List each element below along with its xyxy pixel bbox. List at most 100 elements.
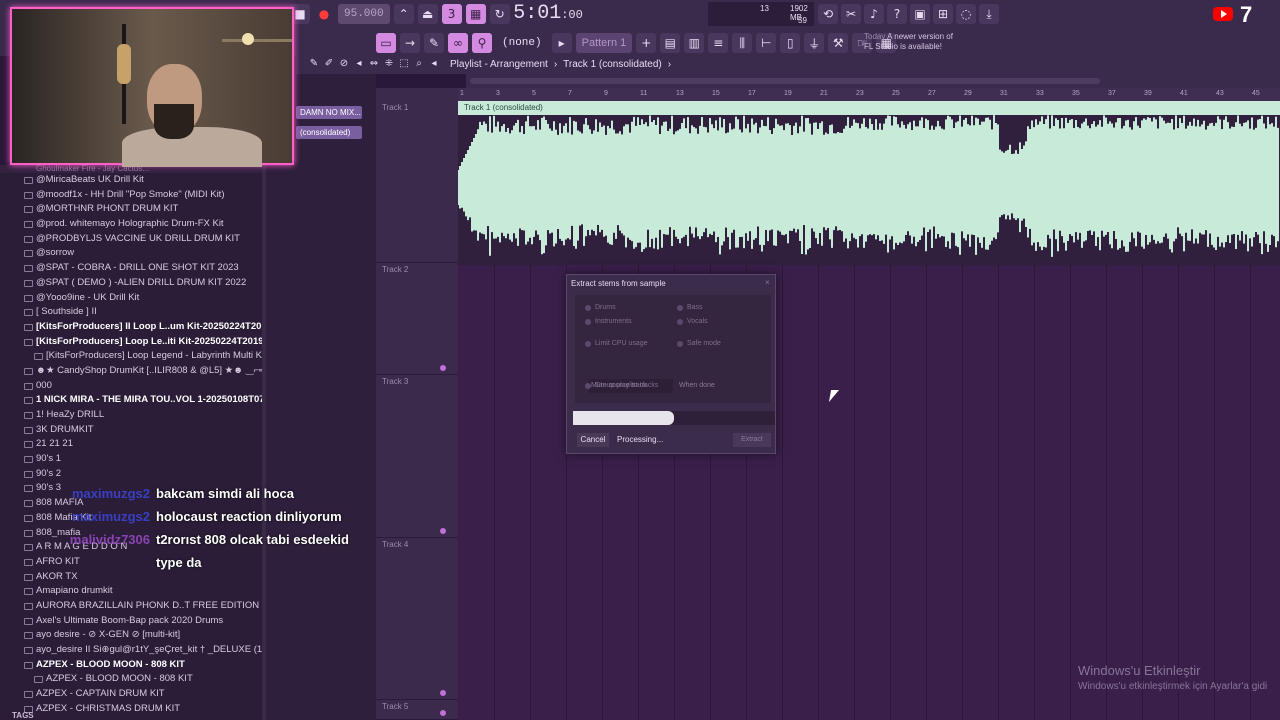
add-pattern-icon[interactable]: +	[636, 33, 657, 53]
step-edit-icon[interactable]: ▦	[465, 4, 486, 24]
plug-icon[interactable]: ⏚	[804, 33, 825, 53]
channel-rack-icon[interactable]: ▥	[684, 33, 705, 53]
opt-limit-cpu[interactable]: Limit CPU usage	[585, 339, 648, 349]
chat-icon[interactable]: ◌	[956, 4, 976, 24]
loop-record-icon[interactable]: ↻	[489, 4, 510, 24]
track-header[interactable]: Track 1	[376, 101, 458, 263]
browser-item[interactable]: [ Southside ] II	[0, 305, 266, 320]
delete-icon[interactable]: ⊘	[338, 57, 350, 71]
browser-item[interactable]: 21 21 21	[0, 437, 266, 452]
link-icon[interactable]: ∞	[448, 33, 468, 53]
browser-item[interactable]: AZPEX - CHRISTMAS DRUM KIT	[0, 702, 266, 717]
channel-button[interactable]: (consolidated)	[296, 126, 362, 139]
browser-item[interactable]: @sorrow	[0, 246, 266, 261]
download-icon[interactable]: ⤓	[979, 4, 999, 24]
browser-item[interactable]: @SPAT ( DEMO ) -ALIEN DRILL DRUM KIT 202…	[0, 276, 266, 291]
browser-item[interactable]: 1! HeaZy DRILL	[0, 408, 266, 423]
track-dot-icon[interactable]	[440, 365, 446, 371]
playlist-mode-icon[interactable]: ▭	[376, 33, 396, 53]
browser-item[interactable]: [KitsForProducers] II Loop L..um Kit-202…	[0, 320, 266, 335]
opt-safe-mode[interactable]: Safe mode	[677, 339, 721, 349]
tool-icon[interactable]: ⚒	[828, 33, 849, 53]
audio-clip-header[interactable]: Track 1 (consolidated)	[458, 101, 1280, 115]
select-icon[interactable]: ⬚	[398, 57, 410, 71]
browser-item[interactable]: ayo desire - ⊘ X-GEN ⊘ [multi-kit]	[0, 628, 266, 643]
mic-icon[interactable]: ♪	[864, 4, 884, 24]
browser-item[interactable]: [KitsForProducers] Loop Legend - Labyrin…	[0, 349, 266, 364]
record-button[interactable]: ●	[314, 4, 334, 24]
browser-item[interactable]: AZPEX - BLOOD MOON - 808 KIT	[0, 672, 266, 687]
paint-icon[interactable]: ✐	[323, 57, 335, 71]
browser-item[interactable]: Amapiano drumkit	[0, 584, 266, 599]
countdown-icon[interactable]: 3	[441, 4, 462, 24]
browser-item[interactable]: 000	[0, 379, 266, 394]
zoom-icon[interactable]: ⌕	[413, 57, 425, 71]
pencil-icon[interactable]: ✎	[424, 33, 444, 53]
extract-button[interactable]: Extract	[733, 433, 771, 447]
tempo-display[interactable]: 95.000	[338, 4, 390, 24]
pattern-select[interactable]: Pattern 1	[575, 33, 633, 53]
opt-instruments[interactable]: Instruments	[585, 317, 632, 327]
channel-button[interactable]: DAMN NO MIX...	[296, 106, 362, 119]
play-icon[interactable]: ◂	[428, 57, 440, 71]
play-pattern-icon[interactable]: ▸	[551, 33, 572, 53]
track-header[interactable]: Track 2	[376, 263, 458, 375]
help-icon[interactable]: ?	[887, 4, 907, 24]
arrow-right-icon[interactable]: →	[400, 33, 420, 53]
browser-item[interactable]: @MORTHNR PHONT DRUM KIT	[0, 202, 266, 217]
track-header[interactable]: Track 4	[376, 538, 458, 700]
track-dot-icon[interactable]	[440, 710, 446, 716]
mute-icon[interactable]: ◂	[353, 57, 365, 71]
browser-item[interactable]: AURORA BRAZILLAIN PHONK D..T FREE EDITIO…	[0, 599, 266, 614]
browser-item[interactable]: 1 NICK MIRA - THE MIRA TOU..VOL 1-202501…	[0, 393, 266, 408]
slice-icon[interactable]: ⁜	[383, 57, 395, 71]
browser-item[interactable]: @MiricaBeats UK Drill Kit	[0, 173, 266, 188]
browser-item[interactable]: AZPEX - CAPTAIN DRUM KIT	[0, 687, 266, 702]
snap-select[interactable]: (none)	[496, 33, 548, 53]
cancel-button[interactable]: Cancel	[577, 433, 609, 447]
opt-group-tracks[interactable]: Group playlist tracks	[585, 381, 658, 391]
mixer-open-icon[interactable]: ⫼	[732, 33, 753, 53]
browser-item[interactable]: ayo_desire II Si⊕gul@r1tY_şeÇret_kit † _…	[0, 643, 266, 658]
browser-scrollbar[interactable]	[262, 165, 266, 720]
file-icon[interactable]: ▯	[780, 33, 801, 53]
browser-item[interactable]: @Yooo9ine - UK Drill Kit	[0, 291, 266, 306]
opt-vocals[interactable]: Vocals	[677, 317, 708, 327]
browser-item[interactable]: @prod. whitemayo Holographic Drum-FX Kit	[0, 217, 266, 232]
piano-roll-icon[interactable]: ▤	[660, 33, 681, 53]
close-icon[interactable]: ×	[765, 278, 770, 287]
browser-item[interactable]: 90's 2	[0, 467, 266, 482]
tree-icon[interactable]: ⊢	[756, 33, 777, 53]
opt-bass[interactable]: Bass	[677, 303, 703, 313]
browser-item[interactable]: [KitsForProducers] Loop Le..iti Kit-2025…	[0, 335, 266, 350]
stamp-icon[interactable]: ⚲	[472, 33, 492, 53]
cut-icon[interactable]: ✂	[841, 4, 861, 24]
browser-item[interactable]: @SPAT - COBRA - DRILL ONE SHOT KIT 2023	[0, 261, 266, 276]
tags-label[interactable]: TAGS	[12, 711, 34, 720]
track-dot-icon[interactable]	[440, 690, 446, 696]
track-header[interactable]: Track 5	[376, 700, 458, 720]
browser-item[interactable]: Axel's Ultimate Boom-Bap pack 2020 Drums	[0, 614, 266, 629]
mixer-icon[interactable]: ⊞	[933, 4, 953, 24]
browser-item[interactable]: 3K DRUMKIT	[0, 423, 266, 438]
track-dot-icon[interactable]	[440, 528, 446, 534]
timeline-ruler[interactable]: 1 3 5 7 9 11 13 15 17 19 21 23 25 27 29 31 33 35 37 39 41 43 4…	[458, 88, 1280, 101]
track-header[interactable]: Track 3	[376, 375, 458, 538]
browser-item[interactable]: 90's 1	[0, 452, 266, 467]
browser-item[interactable]: @moodf1x - HH Drill "Pop Smoke" (MIDI Ki…	[0, 188, 266, 203]
browser-item[interactable]: AZPEX - BLOOD MOON - 808 KIT	[0, 658, 266, 673]
list-icon[interactable]: ≡	[708, 33, 729, 53]
horizontal-scrollbar[interactable]	[466, 74, 1280, 88]
undo-icon[interactable]: ⟲	[818, 4, 838, 24]
opt-drums[interactable]: Drums	[585, 303, 616, 313]
browser-item[interactable]: @PRODBYLJS VACCINE UK DRILL DRUM KIT	[0, 232, 266, 247]
news-panel[interactable]: Today A newer version of FL Studio is av…	[864, 32, 992, 52]
save-icon[interactable]: ▣	[910, 4, 930, 24]
audio-clip[interactable]	[458, 115, 1280, 265]
scrollbar-thumb[interactable]	[470, 78, 1100, 84]
draw-icon[interactable]: ✎	[308, 57, 320, 71]
browser-item[interactable]: ☻★ CandyShop DrumKit [..ILIR808 & @L5] ★…	[0, 364, 266, 379]
metronome-icon[interactable]: ⌃	[393, 4, 414, 24]
wait-icon[interactable]: ⏏	[417, 4, 438, 24]
slip-icon[interactable]: ⇔	[368, 57, 380, 71]
